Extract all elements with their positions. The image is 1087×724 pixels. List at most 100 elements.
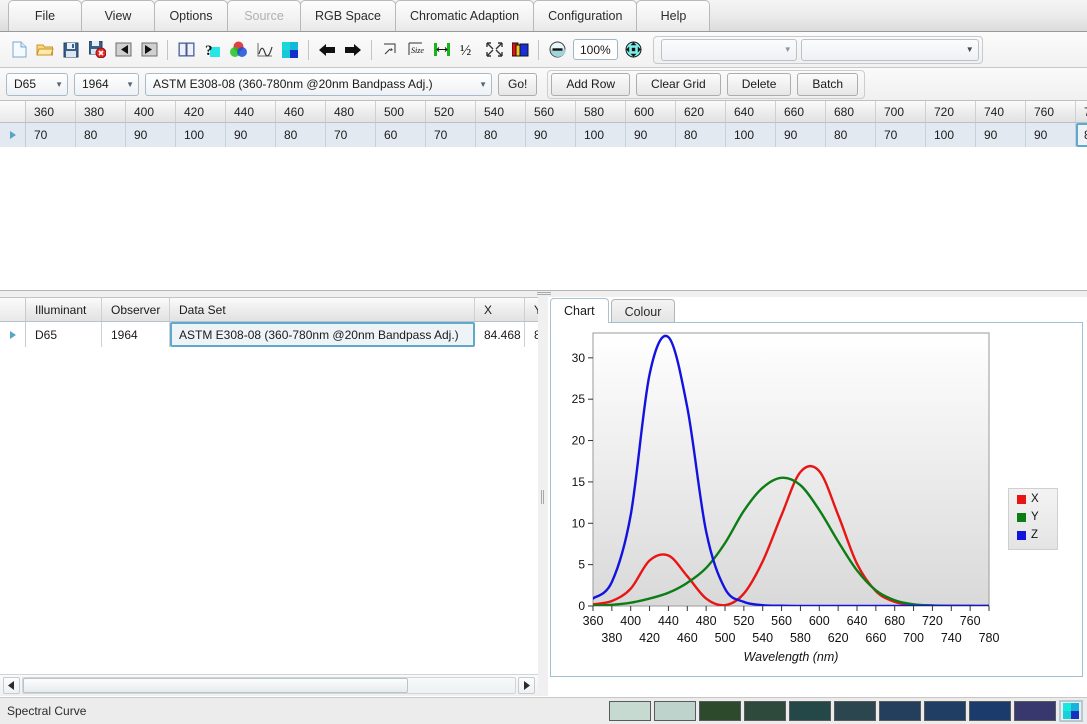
scrollbar-thumb[interactable] (23, 678, 408, 693)
grid-cell-680[interactable]: 80 (826, 123, 876, 147)
scrollbar-track[interactable] (22, 677, 516, 694)
dataset-combo[interactable]: ASTM E308-08 (360-780nm @20nm Bandpass A… (145, 72, 492, 96)
menu-item-options[interactable]: Options (154, 0, 228, 31)
clear-grid-button[interactable]: Clear Grid (636, 72, 721, 96)
theme-colour-icon[interactable] (1059, 700, 1083, 722)
theme-swatch-7[interactable] (924, 701, 966, 721)
column-header-x[interactable]: X (475, 298, 525, 321)
tab-colour[interactable]: Colour (610, 299, 676, 323)
grid-column-header-540[interactable]: 540 (476, 101, 526, 122)
curve-chart-icon[interactable] (251, 37, 277, 63)
new-document-icon[interactable] (6, 37, 32, 63)
arrow-right-icon[interactable] (340, 37, 366, 63)
grid-cell-400[interactable]: 90 (126, 123, 176, 147)
grid-cell-420[interactable]: 100 (176, 123, 226, 147)
save-delete-icon[interactable] (84, 37, 110, 63)
theme-swatch-1[interactable] (654, 701, 696, 721)
grid-cell-620[interactable]: 80 (676, 123, 726, 147)
grid-column-header-780[interactable]: 780 (1076, 101, 1087, 122)
row-selector-triangle-icon[interactable] (0, 322, 26, 347)
step-forward-icon[interactable] (136, 37, 162, 63)
add-row-button[interactable]: Add Row (551, 72, 631, 96)
grid-column-header-740[interactable]: 740 (976, 101, 1026, 122)
grid-column-header-660[interactable]: 660 (776, 101, 826, 122)
theme-swatch-4[interactable] (789, 701, 831, 721)
half-icon[interactable]: ½ (455, 37, 481, 63)
grid-cell-720[interactable]: 100 (926, 123, 976, 147)
colour-wheel-icon[interactable] (225, 37, 251, 63)
save-icon[interactable] (58, 37, 84, 63)
grid-cell-780[interactable]: 80 (1076, 123, 1087, 147)
colour-blocks-icon[interactable] (277, 37, 303, 63)
column-header-illuminant[interactable]: Illuminant (26, 298, 102, 321)
toolbar-combo-1[interactable]: ▼ (660, 38, 797, 61)
table-row[interactable]: D65 1964 ASTM E308-08 (360-780nm @20nm B… (0, 322, 565, 347)
theme-swatch-6[interactable] (879, 701, 921, 721)
theme-swatch-3[interactable] (744, 701, 786, 721)
scroll-right-arrow-icon[interactable] (518, 677, 535, 694)
menu-item-help[interactable]: Help (636, 0, 711, 31)
layers-icon[interactable] (507, 37, 533, 63)
vertical-splitter[interactable] (538, 297, 548, 696)
menu-item-file[interactable]: File (8, 0, 82, 31)
scroll-left-arrow-icon[interactable] (3, 677, 20, 694)
arrow-left-icon[interactable] (314, 37, 340, 63)
theme-swatch-9[interactable] (1014, 701, 1056, 721)
step-back-icon[interactable] (110, 37, 136, 63)
book-icon[interactable] (173, 37, 199, 63)
illuminant-combo[interactable]: D65 ▼ (6, 72, 68, 96)
grid-column-header-480[interactable]: 480 (326, 101, 376, 122)
go-button[interactable]: Go! (498, 72, 538, 96)
zoom-in-icon[interactable] (621, 37, 647, 63)
grid-cell-740[interactable]: 90 (976, 123, 1026, 147)
grid-column-header-600[interactable]: 600 (626, 101, 676, 122)
grid-cell-580[interactable]: 100 (576, 123, 626, 147)
grid-column-header-700[interactable]: 700 (876, 101, 926, 122)
help-question-icon[interactable]: ? (199, 37, 225, 63)
cell-dataset[interactable]: ASTM E308-08 (360-780nm @20nm Bandpass A… (170, 322, 475, 347)
grid-column-header-580[interactable]: 580 (576, 101, 626, 122)
expand-icon[interactable] (481, 37, 507, 63)
row-selector-triangle-icon[interactable] (0, 123, 26, 147)
grid-cell-520[interactable]: 70 (426, 123, 476, 147)
delete-button[interactable]: Delete (726, 72, 792, 96)
grid-cell-460[interactable]: 80 (276, 123, 326, 147)
grid-cell-640[interactable]: 100 (726, 123, 776, 147)
menu-item-view[interactable]: View (81, 0, 155, 31)
theme-swatch-5[interactable] (834, 701, 876, 721)
grid-column-header-680[interactable]: 680 (826, 101, 876, 122)
grid-cell-700[interactable]: 70 (876, 123, 926, 147)
results-horizontal-scrollbar[interactable] (0, 674, 538, 696)
open-folder-icon[interactable] (32, 37, 58, 63)
grid-cell-540[interactable]: 80 (476, 123, 526, 147)
toolbar-combo-2[interactable]: ▼ (800, 38, 979, 61)
grid-cell-560[interactable]: 90 (526, 123, 576, 147)
grid-cell-440[interactable]: 90 (226, 123, 276, 147)
menu-item-chromatic-adaption[interactable]: Chromatic Adaption (395, 0, 535, 31)
zoom-level-input[interactable]: 100% (573, 39, 618, 60)
size-icon[interactable]: Size (403, 37, 429, 63)
grid-cell-360[interactable]: 70 (26, 123, 76, 147)
theme-swatch-8[interactable] (969, 701, 1011, 721)
theme-swatch-2[interactable] (699, 701, 741, 721)
zoom-out-icon[interactable] (544, 37, 570, 63)
grid-column-header-760[interactable]: 760 (1026, 101, 1076, 122)
grid-column-header-360[interactable]: 360 (26, 101, 76, 122)
menu-item-configuration[interactable]: Configuration (533, 0, 638, 31)
grid-column-header-460[interactable]: 460 (276, 101, 326, 122)
grid-column-header-420[interactable]: 420 (176, 101, 226, 122)
grid-column-header-620[interactable]: 620 (676, 101, 726, 122)
column-header-dataset[interactable]: Data Set (170, 298, 475, 321)
batch-button[interactable]: Batch (797, 72, 859, 96)
grid-column-header-440[interactable]: 440 (226, 101, 276, 122)
tab-chart[interactable]: Chart (550, 298, 609, 323)
transform-icon[interactable] (377, 37, 403, 63)
grid-column-header-720[interactable]: 720 (926, 101, 976, 122)
grid-column-header-500[interactable]: 500 (376, 101, 426, 122)
grid-column-header-380[interactable]: 380 (76, 101, 126, 122)
grid-column-header-560[interactable]: 560 (526, 101, 576, 122)
grid-cell-760[interactable]: 90 (1026, 123, 1076, 147)
grid-cell-500[interactable]: 60 (376, 123, 426, 147)
grid-column-header-520[interactable]: 520 (426, 101, 476, 122)
grid-column-header-640[interactable]: 640 (726, 101, 776, 122)
